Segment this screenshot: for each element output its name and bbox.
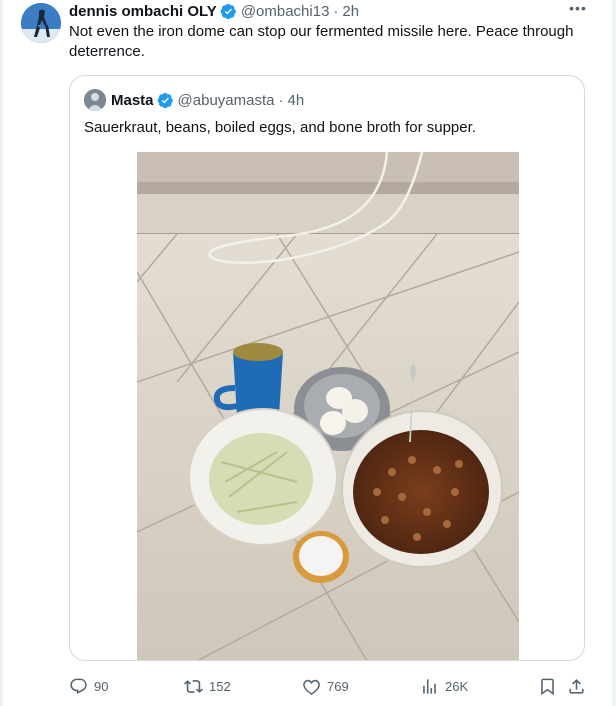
- views-button[interactable]: 26K: [420, 670, 468, 702]
- more-horizontal-icon[interactable]: •••: [567, 1, 589, 17]
- quoted-author-name[interactable]: Masta: [111, 92, 154, 109]
- quoted-tweet-text: Sauerkraut, beans, boiled eggs, and bone…: [84, 119, 476, 136]
- separator-dot: ·: [333, 2, 339, 20]
- separator-dot: ·: [278, 91, 284, 109]
- repost-icon: [184, 679, 203, 693]
- verified-badge-icon: [157, 92, 173, 108]
- views-icon: [423, 678, 436, 694]
- timeline-border-right: [612, 0, 616, 706]
- share-button[interactable]: [567, 670, 592, 702]
- author-handle[interactable]: @ombachi13: [241, 3, 330, 20]
- tweet-header: dennis ombachi OLY @ombachi13 · 2h: [69, 1, 359, 21]
- share-icon: [569, 678, 584, 694]
- quoted-header: Masta @abuyamasta · 4h: [111, 90, 304, 110]
- tweet-text: Not even the iron dome can stop our ferm…: [69, 23, 574, 60]
- timestamp[interactable]: 2h: [342, 3, 359, 20]
- reply-icon: [70, 678, 87, 694]
- bookmark-icon: [541, 678, 554, 695]
- author-name[interactable]: dennis ombachi OLY: [69, 3, 217, 20]
- quoted-author-handle[interactable]: @abuyamasta: [178, 92, 275, 109]
- repost-count: 152: [209, 678, 231, 694]
- action-bar: 90 152 769 26K: [0, 670, 616, 702]
- repost-button[interactable]: 152: [184, 670, 231, 702]
- view-count: 26K: [445, 678, 469, 694]
- avatar[interactable]: [21, 3, 61, 43]
- bookmark-button[interactable]: [538, 670, 563, 702]
- reply-button[interactable]: 90: [69, 670, 108, 702]
- quoted-avatar[interactable]: [84, 89, 106, 111]
- verified-badge-icon: [220, 3, 236, 19]
- tweet[interactable]: dennis ombachi OLY @ombachi13 · 2h ••• N…: [0, 0, 616, 706]
- food-photo[interactable]: [137, 152, 519, 660]
- reply-count: 90: [94, 678, 109, 694]
- quoted-tweet[interactable]: Masta @abuyamasta · 4h Sauerkraut, beans…: [69, 75, 585, 661]
- like-button[interactable]: 769: [302, 670, 349, 702]
- quoted-timestamp[interactable]: 4h: [287, 92, 304, 109]
- timeline-border-left: [0, 0, 3, 706]
- like-count: 769: [327, 678, 349, 694]
- like-icon: [303, 679, 320, 695]
